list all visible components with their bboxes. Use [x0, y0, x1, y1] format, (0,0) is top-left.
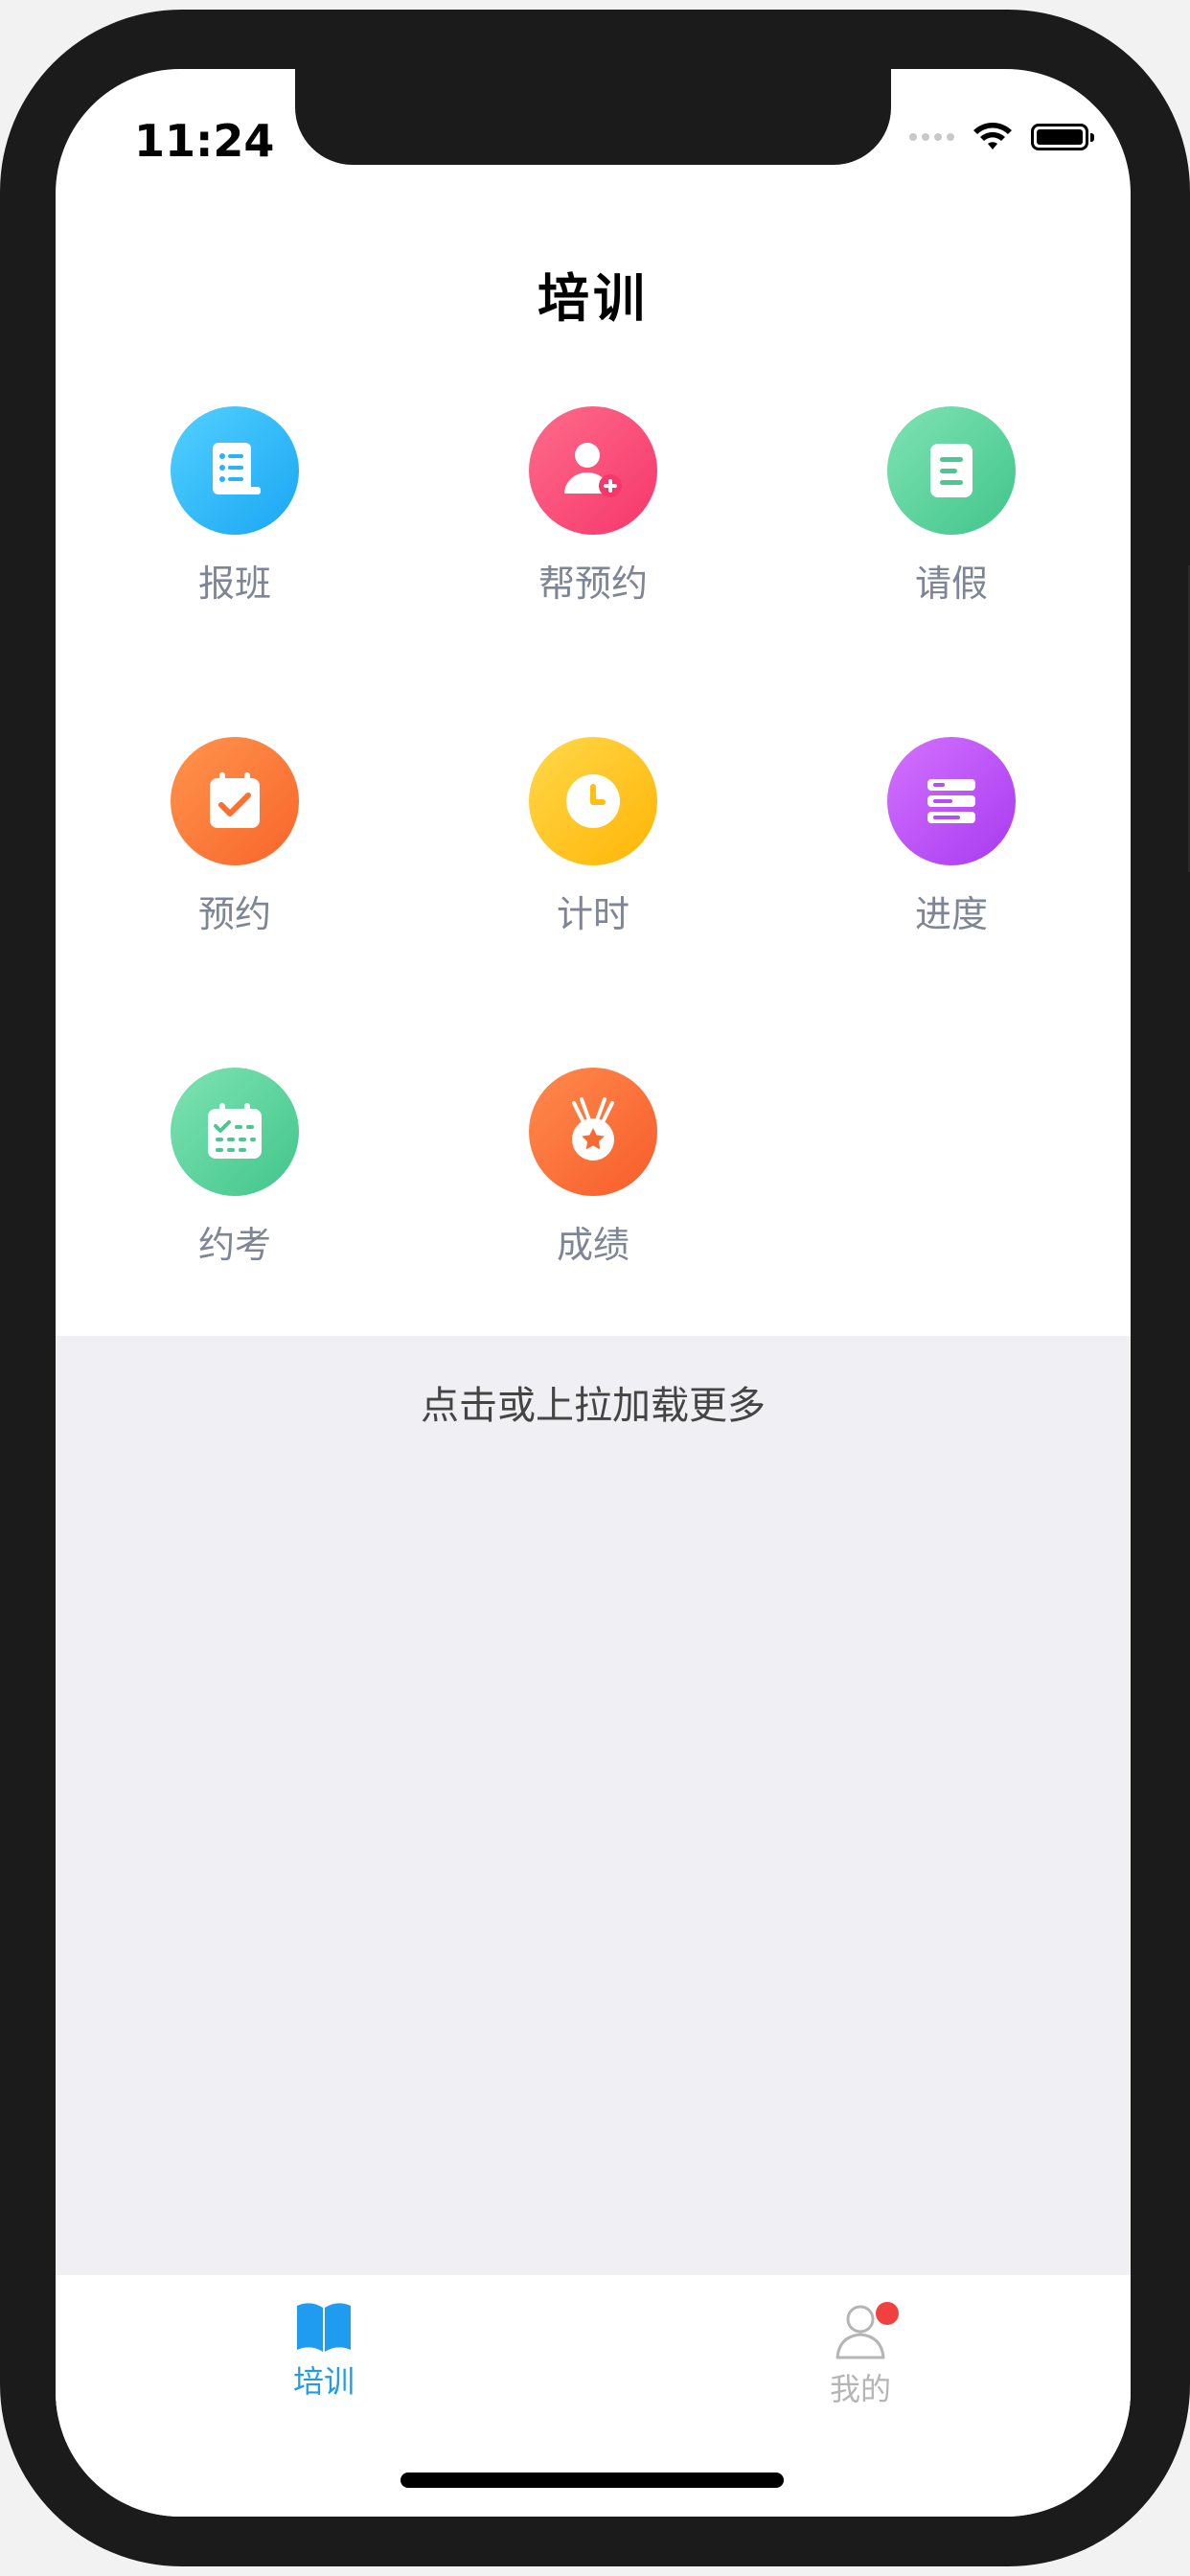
home-indicator[interactable] [400, 2472, 784, 2488]
notification-badge [876, 2302, 899, 2325]
menu-item-scores[interactable]: 成绩 [414, 1006, 772, 1337]
calendar-check-icon [171, 737, 299, 865]
progress-bars-icon [887, 737, 1016, 865]
battery-icon [1031, 124, 1094, 150]
tab-training[interactable]: 培训 [228, 2300, 420, 2402]
menu-item-label: 帮预约 [538, 563, 648, 605]
load-more-text[interactable]: 点击或上拉加载更多 [56, 1374, 1131, 1430]
device-frame: 11:24 培训 报班 帮预约 请假 预约 计时 进度 约考 成绩 点击或上拉加… [0, 10, 1190, 2566]
cellular-signal-icon [909, 133, 954, 141]
menu-item-timing[interactable]: 计时 [414, 676, 772, 1006]
tab-label: 我的 [829, 2371, 891, 2407]
status-time: 11:24 [134, 115, 275, 167]
menu-item-enroll[interactable]: 报班 [56, 345, 414, 676]
menu-item-label: 请假 [914, 563, 988, 605]
medal-icon [529, 1068, 657, 1196]
menu-item-leave[interactable]: 请假 [772, 345, 1131, 676]
screen: 11:24 培训 报班 帮预约 请假 预约 计时 进度 约考 成绩 点击或上拉加… [56, 69, 1131, 2517]
menu-item-label: 预约 [197, 893, 271, 935]
form-list-icon [171, 406, 299, 535]
menu-item-label: 成绩 [556, 1224, 629, 1266]
menu-grid: 报班 帮预约 请假 预约 计时 进度 约考 成绩 [56, 345, 1131, 1336]
exam-calendar-icon [171, 1068, 299, 1196]
status-icons [909, 121, 1094, 153]
menu-item-help-book[interactable]: 帮预约 [414, 345, 772, 676]
tab-bar: 培训 我的 [56, 2275, 1131, 2517]
load-more-area[interactable]: 点击或上拉加载更多 [56, 1336, 1131, 2275]
wifi-icon [973, 123, 1012, 150]
menu-item-label: 报班 [197, 563, 271, 605]
tab-mine[interactable]: 我的 [765, 2300, 956, 2409]
menu-item-label: 计时 [556, 893, 629, 935]
clock-icon [529, 737, 657, 865]
note-icon [887, 406, 1016, 535]
add-user-icon [529, 406, 657, 535]
menu-item-booking[interactable]: 预约 [56, 676, 414, 1006]
book-icon [297, 2303, 351, 2352]
nav-bar: 培训 [56, 242, 1131, 347]
page-title: 培训 [538, 267, 649, 329]
menu-item-exam[interactable]: 约考 [56, 1006, 414, 1337]
tab-label: 培训 [292, 2363, 355, 2400]
menu-item-label: 约考 [197, 1224, 271, 1266]
menu-item-progress[interactable]: 进度 [772, 676, 1131, 1006]
notch [295, 69, 891, 165]
menu-item-label: 进度 [914, 893, 988, 935]
